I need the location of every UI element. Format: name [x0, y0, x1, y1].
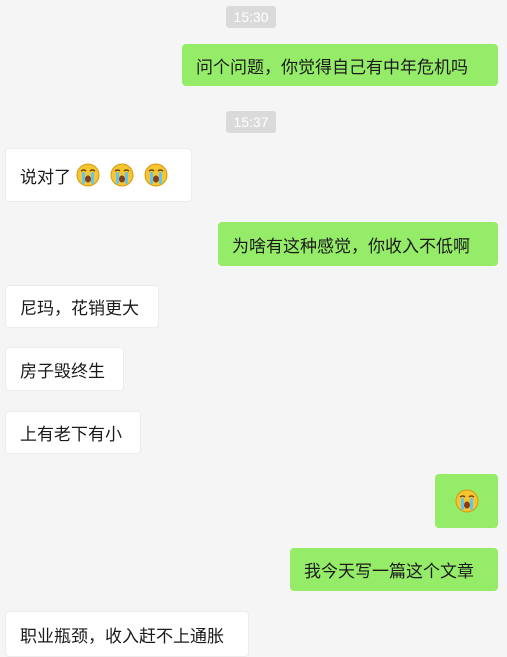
timestamp: 15:37	[226, 111, 276, 133]
message-bubble-sent[interactable]	[435, 474, 498, 528]
crying-emoji-icon	[109, 162, 135, 188]
message-text: 问个问题，你觉得自己有中年危机吗	[196, 57, 468, 78]
message-text: 为啥有这种感觉，你收入不低啊	[232, 236, 470, 257]
message-bubble-sent[interactable]: 我今天写一篇这个文章	[290, 548, 498, 591]
message-bubble-received[interactable]: 职业瓶颈，收入赶不上通胀	[5, 611, 249, 657]
message-bubble-received[interactable]: 说对了	[5, 148, 192, 202]
message-text: 说对了	[20, 167, 71, 188]
message-text: 上有老下有小	[20, 425, 122, 445]
timestamp: 15:30	[226, 6, 276, 28]
message-bubble-sent[interactable]: 问个问题，你觉得自己有中年危机吗	[182, 44, 498, 86]
message-text: 我今天写一篇这个文章	[304, 562, 474, 582]
message-text: 房子毁终生	[20, 361, 105, 382]
crying-emoji-icon	[143, 162, 169, 188]
message-bubble-received[interactable]: 房子毁终生	[5, 347, 124, 391]
message-bubble-sent[interactable]: 为啥有这种感觉，你收入不低啊	[218, 222, 498, 266]
message-text: 尼玛，花销更大	[20, 299, 139, 319]
message-bubble-received[interactable]: 尼玛，花销更大	[5, 285, 159, 328]
message-bubble-received[interactable]: 上有老下有小	[5, 411, 141, 454]
crying-emoji-icon	[75, 162, 101, 188]
crying-emoji-icon	[454, 488, 480, 514]
message-text: 职业瓶颈，收入赶不上通胀	[20, 626, 224, 647]
